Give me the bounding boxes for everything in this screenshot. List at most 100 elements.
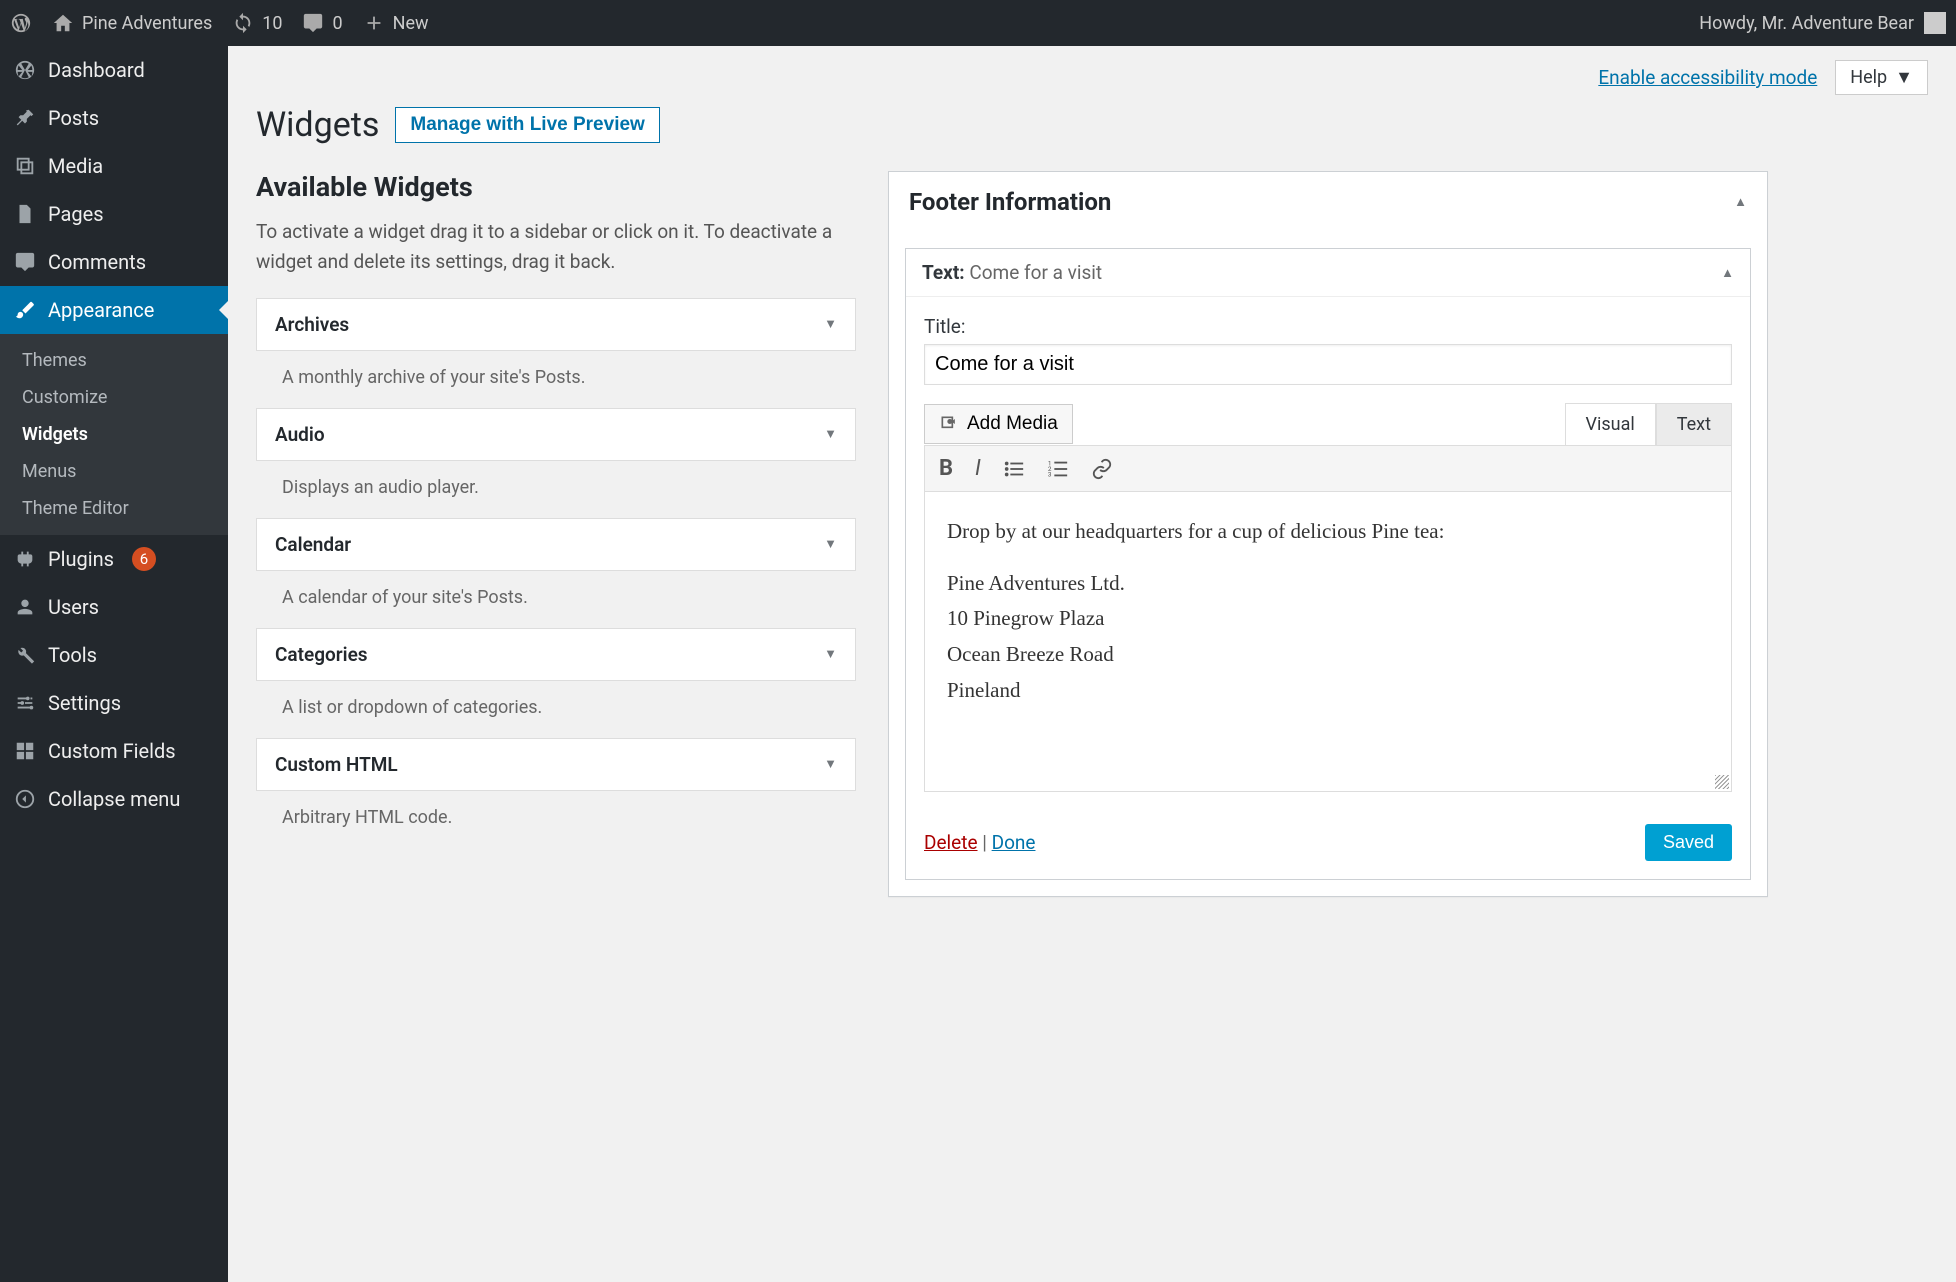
- widget-area-panel: Footer Information ▲ Text: Come for a vi…: [888, 171, 1768, 897]
- submenu-menus[interactable]: Menus: [0, 453, 228, 490]
- chevron-down-icon: ▼: [824, 426, 837, 442]
- plus-icon: [363, 12, 385, 34]
- menu-pages[interactable]: Pages: [0, 190, 228, 238]
- title-label: Title:: [924, 315, 1732, 338]
- updates-count: 10: [262, 13, 282, 34]
- submenu-widgets[interactable]: Widgets: [0, 416, 228, 453]
- site-name: Pine Adventures: [82, 13, 212, 34]
- tab-text[interactable]: Text: [1656, 403, 1732, 445]
- available-widgets-column: Available Widgets To activate a widget d…: [256, 171, 856, 897]
- comment-icon: [14, 251, 36, 273]
- updates-link[interactable]: 10: [232, 12, 282, 34]
- menu-posts[interactable]: Posts: [0, 94, 228, 142]
- menu-appearance[interactable]: Appearance: [0, 286, 228, 334]
- plugin-icon: [14, 548, 36, 570]
- tab-visual[interactable]: Visual: [1565, 403, 1656, 445]
- collapse-icon: [14, 788, 36, 810]
- submenu-theme-editor[interactable]: Theme Editor: [0, 490, 228, 527]
- live-preview-button[interactable]: Manage with Live Preview: [395, 107, 659, 143]
- wp-logo[interactable]: [10, 12, 32, 34]
- menu-dashboard[interactable]: Dashboard: [0, 46, 228, 94]
- help-button[interactable]: Help ▼: [1835, 60, 1928, 95]
- admin-sidebar: Dashboard Posts Media Pages Comments App…: [0, 46, 228, 1282]
- menu-users[interactable]: Users: [0, 583, 228, 631]
- menu-comments[interactable]: Comments: [0, 238, 228, 286]
- menu-settings[interactable]: Settings: [0, 679, 228, 727]
- editor-toolbar: B I 123: [924, 445, 1732, 492]
- title-input[interactable]: [924, 344, 1732, 385]
- menu-custom-fields[interactable]: Custom Fields: [0, 727, 228, 775]
- submenu-themes[interactable]: Themes: [0, 342, 228, 379]
- list-ul-icon: [1003, 458, 1025, 480]
- chevron-down-icon: ▼: [1895, 67, 1913, 88]
- grid-icon: [14, 740, 36, 762]
- widget-desc: Displays an audio player.: [256, 461, 856, 518]
- wordpress-icon: [10, 12, 32, 34]
- chevron-down-icon: ▼: [824, 316, 837, 332]
- widget-desc: Arbitrary HTML code.: [256, 791, 856, 848]
- main-content: Enable accessibility mode Help ▼ Widgets…: [228, 46, 1956, 1282]
- menu-plugins[interactable]: Plugins 6: [0, 535, 228, 583]
- editor-content[interactable]: Drop by at our headquarters for a cup of…: [924, 492, 1732, 792]
- widget-desc: A list or dropdown of categories.: [256, 681, 856, 738]
- howdy-text[interactable]: Howdy, Mr. Adventure Bear: [1699, 13, 1914, 34]
- link-button[interactable]: [1091, 458, 1113, 480]
- sliders-icon: [14, 692, 36, 714]
- user-icon: [14, 596, 36, 618]
- plugins-update-badge: 6: [132, 547, 156, 571]
- menu-tools[interactable]: Tools: [0, 631, 228, 679]
- media-icon: [14, 155, 36, 177]
- bullet-list-button[interactable]: [1003, 458, 1025, 480]
- resize-handle[interactable]: [1715, 775, 1729, 789]
- add-media-button[interactable]: Add Media: [924, 404, 1073, 444]
- appearance-submenu: Themes Customize Widgets Menus Theme Edi…: [0, 334, 228, 535]
- page-icon: [14, 203, 36, 225]
- list-ol-icon: 123: [1047, 458, 1069, 480]
- available-widget-audio[interactable]: Audio ▼: [256, 408, 856, 461]
- italic-button[interactable]: I: [975, 456, 981, 481]
- widget-desc: A monthly archive of your site's Posts.: [256, 351, 856, 408]
- dashboard-icon: [14, 59, 36, 81]
- update-icon: [232, 12, 254, 34]
- delete-link[interactable]: Delete: [924, 831, 978, 854]
- menu-collapse[interactable]: Collapse menu: [0, 775, 228, 823]
- available-widget-calendar[interactable]: Calendar ▼: [256, 518, 856, 571]
- available-widget-categories[interactable]: Categories ▼: [256, 628, 856, 681]
- admin-bar: Pine Adventures 10 0 New Howdy, Mr. Adve…: [0, 0, 1956, 46]
- chevron-down-icon: ▼: [824, 536, 837, 552]
- available-widgets-desc: To activate a widget drag it to a sideba…: [256, 217, 856, 278]
- widget-area-header[interactable]: Footer Information ▲: [889, 172, 1767, 232]
- chevron-up-icon: ▲: [1734, 194, 1747, 210]
- done-link[interactable]: Done: [992, 831, 1036, 854]
- new-link[interactable]: New: [363, 12, 429, 34]
- accessibility-mode-link[interactable]: Enable accessibility mode: [1598, 66, 1817, 89]
- wrench-icon: [14, 644, 36, 666]
- widget-desc: A calendar of your site's Posts.: [256, 571, 856, 628]
- submenu-customize[interactable]: Customize: [0, 379, 228, 416]
- menu-media[interactable]: Media: [0, 142, 228, 190]
- bold-button[interactable]: B: [939, 456, 953, 481]
- widget-instance-header[interactable]: Text: Come for a visit ▲: [906, 249, 1750, 297]
- media-icon: [939, 414, 959, 434]
- widget-instance-text: Text: Come for a visit ▲ Title:: [905, 248, 1751, 880]
- avatar[interactable]: [1924, 12, 1946, 34]
- home-icon: [52, 12, 74, 34]
- available-widgets-title: Available Widgets: [256, 171, 856, 203]
- page-title: Widgets: [256, 105, 379, 145]
- numbered-list-button[interactable]: 123: [1047, 458, 1069, 480]
- comments-count: 0: [332, 13, 342, 34]
- pushpin-icon: [14, 107, 36, 129]
- saved-button[interactable]: Saved: [1645, 824, 1732, 861]
- comment-icon: [302, 12, 324, 34]
- svg-text:3: 3: [1048, 470, 1052, 478]
- available-widget-custom-html[interactable]: Custom HTML ▼: [256, 738, 856, 791]
- chevron-down-icon: ▼: [824, 646, 837, 662]
- chevron-down-icon: ▼: [824, 756, 837, 772]
- new-label: New: [393, 13, 429, 34]
- link-icon: [1091, 458, 1113, 480]
- comments-link[interactable]: 0: [302, 12, 342, 34]
- chevron-up-icon: ▲: [1721, 265, 1734, 281]
- available-widget-archives[interactable]: Archives ▼: [256, 298, 856, 351]
- brush-icon: [14, 299, 36, 321]
- site-name-link[interactable]: Pine Adventures: [52, 12, 212, 34]
